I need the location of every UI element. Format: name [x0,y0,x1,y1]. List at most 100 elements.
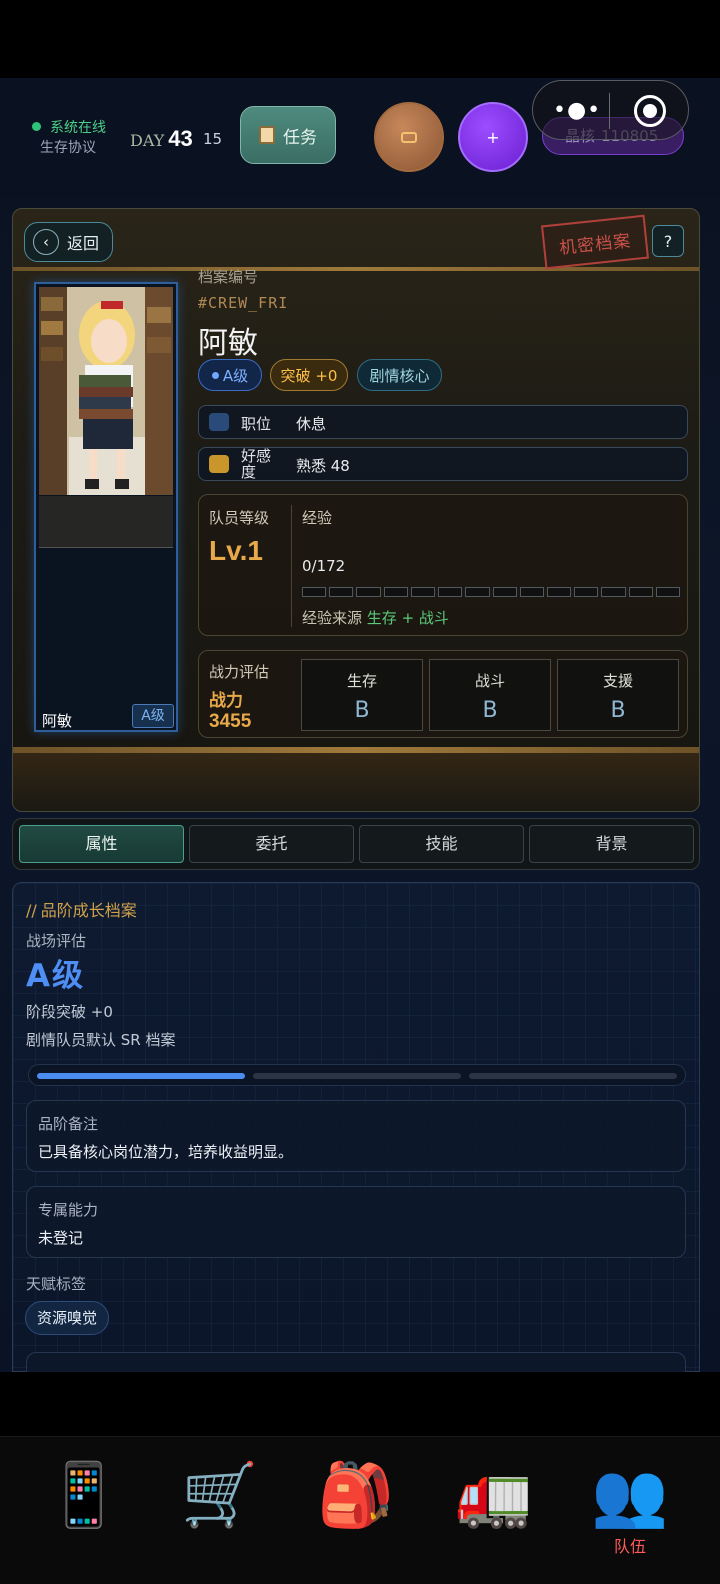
exp-segment [601,587,626,597]
status-online-text: 系统在线 [50,120,106,136]
safe-area-gap [0,1372,720,1436]
role-row: 职位 休息 [198,405,688,439]
favor-row: 好感度 熟悉 48 [198,447,688,481]
bottom-navigation: 📱 🛒 🎒 🚛 👥 队伍 [0,1436,720,1584]
stat-grade: B [354,698,370,723]
ability-label: 专属能力 [38,1201,99,1219]
app-root: 系统在线 生存协议 DAY43 15 任务 + 晶核110805 •●• ‹ 返… [0,0,720,1584]
exp-source-value: 生存 + 战斗 [366,609,449,627]
exp-value: 0/172 [302,557,346,575]
stat-name: 战斗 [474,672,505,690]
power-label: 战力 [209,691,243,711]
power-title: 战力评估 [209,663,270,681]
story-core-tag: 剧情核心 [357,359,442,391]
back-label: 返回 [67,234,100,253]
radio-icon [401,131,417,143]
plus-button[interactable]: + [458,102,528,172]
talent-tag[interactable]: 资源嗅觉 [25,1301,109,1335]
exp-segment [356,587,381,597]
section-title: //品阶成长档案 [26,897,141,921]
exp-segment [519,587,544,597]
help-button[interactable]: ? [652,225,684,257]
power-value: 3455 [209,711,252,732]
day-label: DAY [130,131,165,150]
nav-team-label: 队伍 [613,1537,646,1556]
exp-segment [383,587,408,597]
miniprogram-capsule: •●• [532,80,689,140]
tab-attributes[interactable]: 属性 [19,825,184,863]
stat-survival: 生存 B [301,659,423,731]
nav-truck[interactable]: 🚛 [444,1459,544,1559]
level-divider [291,505,292,627]
task-label: 任务 [283,127,317,148]
tab-bar: 属性 委托 技能 背景 [12,818,700,870]
character-card[interactable]: 阿敏 A级 [34,282,178,732]
exp-source: 经验来源 生存 + 战斗 [302,607,449,628]
exp-segment [492,587,517,597]
exp-source-label: 经验来源 [302,609,363,627]
tab-skills[interactable]: 技能 [359,825,524,863]
status-protocol-text: 生存协议 [40,140,96,156]
shopping-cart-icon: 🛒 [181,1458,259,1531]
character-name: 阿敏 [198,326,258,361]
exp-segment [302,587,327,597]
capsule-divider [609,93,610,129]
tab-commission[interactable]: 委托 [189,825,354,863]
grade-note-value: 已具备核心岗位潜力，培养收益明显。 [38,1143,294,1161]
day-sub-value: 15 [203,130,223,148]
grade-progress-bar [28,1064,686,1086]
battle-eval-label: 战场评估 [26,932,87,950]
grade-progress-segment [469,1073,677,1079]
breakthrough-tag: 突破 +0 [270,359,348,391]
grade-progress-segment [37,1073,245,1079]
sleep-icon [209,413,229,431]
stat-support: 支援 B [557,659,679,731]
exp-segment [655,587,681,597]
level-value: Lv.1 [209,535,263,566]
grade-tag-label: A级 [222,366,249,385]
stage-breakthrough: 阶段突破 +0 [26,1003,113,1021]
section-slash-icon: // [26,901,37,920]
team-icon: 👥 [591,1458,669,1531]
stat-name: 生存 [346,672,377,690]
exp-segment [465,587,490,597]
radio-button[interactable] [374,102,444,172]
stat-grade: B [610,698,626,723]
role-label: 职位 [241,415,272,433]
task-button[interactable]: 任务 [240,106,336,164]
close-target-icon[interactable] [634,95,666,127]
tab-background[interactable]: 背景 [529,825,694,863]
exp-segment [574,587,599,597]
chevron-left-icon: ‹ [33,229,59,255]
handshake-icon [209,455,229,473]
exp-segment [410,587,436,597]
truck-icon: 🚛 [455,1458,533,1531]
day-counter: DAY 43 [130,126,193,152]
grade-note-label: 品阶备注 [38,1115,99,1133]
stat-name: 支援 [602,672,633,690]
grade-tag: A级 [198,359,262,391]
online-status-icon [32,122,41,131]
exp-segment [546,587,572,597]
card-frame-plate [39,496,173,548]
nav-backpack[interactable]: 🎒 [306,1459,406,1559]
backpack-icon: 🎒 [317,1458,395,1531]
nav-team[interactable]: 👥 队伍 [580,1459,680,1559]
back-button[interactable]: ‹ 返回 [24,222,113,262]
section-title-text: 品阶成长档案 [40,901,137,920]
favor-label: 好感度 [241,447,272,481]
archive-code-label: 档案编号 [198,268,259,286]
battle-grade: A级 [26,958,85,994]
power-panel: 战力评估 战力 3455 生存 B 战斗 B 支援 B [198,650,688,738]
phone-icon: 📱 [45,1458,123,1531]
dossier-rail-top [13,267,699,271]
nav-shop[interactable]: 🛒 [170,1459,270,1559]
more-dots-icon[interactable]: •●• [553,100,601,122]
exp-label: 经验 [302,509,333,527]
stat-grade: B [482,698,498,723]
default-archive-note: 剧情队员默认 SR 档案 [26,1031,176,1049]
nav-phone[interactable]: 📱 [34,1459,134,1559]
dossier-bottom-band [13,753,699,811]
talent-label: 天赋标签 [26,1275,87,1293]
day-value: 43 [168,126,193,151]
